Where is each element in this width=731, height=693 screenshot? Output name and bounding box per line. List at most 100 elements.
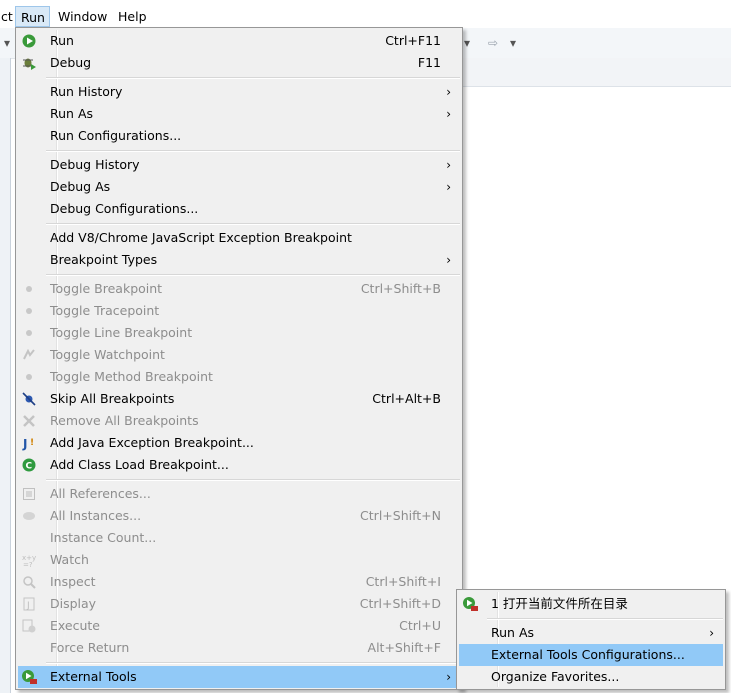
java-exception-icon: J!: [21, 435, 37, 451]
external-tools-item-1[interactable]: 1 打开当前文件所在目录: [459, 593, 723, 615]
run-menu-item-remove-all-breakpoints[interactable]: Remove All Breakpoints: [18, 410, 460, 432]
toolbar-dropdown-icon[interactable]: ▾: [510, 34, 516, 52]
run-menu-item-run-configurations[interactable]: Run Configurations...: [18, 125, 460, 147]
menu-item-shortcut: Ctrl+U: [399, 618, 441, 633]
forward-arrow-icon[interactable]: ⇨: [488, 34, 498, 52]
chevron-right-icon: ›: [446, 253, 451, 267]
menu-item-label: External Tools: [50, 669, 137, 684]
menu-separator: [46, 223, 460, 225]
menu-item-label: Execute: [50, 618, 100, 633]
run-menu-item-run[interactable]: Run Ctrl+F11: [18, 30, 460, 52]
instances-icon: [21, 508, 37, 524]
run-menu-item-display[interactable]: J Display Ctrl+Shift+D: [18, 593, 460, 615]
chevron-right-icon: ›: [446, 107, 451, 121]
chevron-right-icon: ›: [709, 626, 714, 640]
menu-item-shortcut: Ctrl+Shift+I: [365, 574, 441, 589]
debug-icon: [21, 55, 37, 71]
menu-item-label: Toggle Watchpoint: [50, 347, 165, 362]
menu-item-label: Force Return: [50, 640, 130, 655]
chevron-right-icon: ›: [446, 85, 451, 99]
menu-item-label: Run As: [491, 625, 535, 640]
external-tools-item-run-as[interactable]: Run As ›: [459, 622, 723, 644]
external-tools-item-organize-favorites[interactable]: Organize Favorites...: [459, 666, 723, 688]
menu-item-label: All References...: [50, 486, 151, 501]
run-menu-item-force-return[interactable]: Force Return Alt+Shift+F: [18, 637, 460, 659]
menu-item-label: Toggle Breakpoint: [50, 281, 163, 296]
run-menu-item-debug-history[interactable]: Debug History ›: [18, 154, 460, 176]
run-menu-item-skip-all-breakpoints[interactable]: Skip All Breakpoints Ctrl+Alt+B: [18, 388, 460, 410]
external-tools-submenu: 1 打开当前文件所在目录 Run As › External Tools Config…: [456, 589, 726, 690]
menu-item-label: Add Class Load Breakpoint...: [50, 457, 229, 472]
run-menu-item-breakpoint-types[interactable]: Breakpoint Types ›: [18, 249, 460, 271]
chevron-right-icon: ›: [446, 670, 451, 684]
menu-item-shortcut: Ctrl+Shift+N: [360, 508, 441, 523]
menu-help[interactable]: Help: [113, 6, 152, 27]
menu-item-label: Run As: [50, 106, 94, 121]
external-tools-item-external-tools-configurations[interactable]: External Tools Configurations...: [459, 644, 723, 666]
menu-separator: [46, 77, 460, 79]
run-menu-item-toggle-line-breakpoint[interactable]: Toggle Line Breakpoint: [18, 322, 460, 344]
run-menu-item-toggle-tracepoint[interactable]: Toggle Tracepoint: [18, 300, 460, 322]
breakpoint-dot-icon: [21, 303, 37, 319]
run-menu-item-execute[interactable]: Execute Ctrl+U: [18, 615, 460, 637]
menu-item-shortcut: Ctrl+Alt+B: [372, 391, 441, 406]
run-menu-item-inspect[interactable]: Inspect Ctrl+Shift+I: [18, 571, 460, 593]
menu-item-shortcut: Alt+Shift+F: [367, 640, 441, 655]
run-menu-item-add-java-exception-breakpoint[interactable]: J! Add Java Exception Breakpoint...: [18, 432, 460, 454]
menu-run[interactable]: Run: [15, 6, 50, 27]
class-load-icon: C: [21, 457, 37, 473]
svg-text:=?: =?: [23, 561, 33, 568]
editor-tab-row: [462, 58, 731, 87]
menu-item-shortcut: F11: [417, 55, 441, 70]
watchpoint-icon: [21, 347, 37, 363]
run-menu-item-debug[interactable]: Debug F11: [18, 52, 460, 74]
toolbar-dropdown-icon[interactable]: ▾: [4, 34, 10, 52]
menu-item-shortcut: Ctrl+F11: [385, 33, 441, 48]
run-menu-item-all-references[interactable]: All References...: [18, 483, 460, 505]
inspect-icon: [21, 574, 37, 590]
menu-item-label: Debug As: [50, 179, 111, 194]
menu-item-label: Toggle Line Breakpoint: [50, 325, 193, 340]
run-menu-item-add-v8-chrome-javascript-exception-breakpoint[interactable]: Add V8/Chrome JavaScript Exception Break…: [18, 227, 460, 249]
menu-item-label: Toggle Tracepoint: [50, 303, 160, 318]
skip-breakpoints-icon: [21, 391, 37, 407]
menu-separator: [46, 662, 460, 664]
menu-item-label: Debug Configurations...: [50, 201, 199, 216]
run-menu-item-all-instances[interactable]: All Instances... Ctrl+Shift+N: [18, 505, 460, 527]
external-tools-icon: [462, 596, 478, 612]
menu-item-label: Run History: [50, 84, 123, 99]
menu-item-label: Add V8/Chrome JavaScript Exception Break…: [50, 230, 352, 245]
run-menu-item-instance-count[interactable]: Instance Count...: [18, 527, 460, 549]
run-menu-item-watch[interactable]: x+y =? Watch: [18, 549, 460, 571]
menu-item-label: Breakpoint Types: [50, 252, 158, 267]
menu-item-label: Instance Count...: [50, 530, 157, 545]
toolbar-dropdown-icon[interactable]: ▾: [464, 34, 470, 52]
breakpoint-dot-icon: [21, 325, 37, 341]
chevron-right-icon: ›: [446, 158, 451, 172]
run-menu-item-run-history[interactable]: Run History ›: [18, 81, 460, 103]
menu-item-label: Organize Favorites...: [491, 669, 620, 684]
menu-item-label: Display: [50, 596, 97, 611]
run-menu-item-toggle-method-breakpoint[interactable]: Toggle Method Breakpoint: [18, 366, 460, 388]
menu-item-shortcut: Ctrl+Shift+B: [360, 281, 441, 296]
svg-text:J: J: [26, 601, 30, 611]
run-menu-item-toggle-watchpoint[interactable]: Toggle Watchpoint: [18, 344, 460, 366]
menu-item-label: All Instances...: [50, 508, 142, 523]
menu-item-label: Add Java Exception Breakpoint...: [50, 435, 254, 450]
run-menu-item-external-tools[interactable]: External Tools ›: [18, 666, 460, 688]
run-menu-item-add-class-load-breakpoint[interactable]: C Add Class Load Breakpoint...: [18, 454, 460, 476]
menu-separator: [46, 479, 460, 481]
run-menu: Run Ctrl+F11 Debug F11 Run History › Run As › Ru…: [15, 27, 463, 690]
menu-item-label: Debug: [50, 55, 92, 70]
svg-text:!: !: [30, 438, 34, 448]
breakpoint-dot-icon: [21, 369, 37, 385]
menu-window[interactable]: Window: [53, 6, 112, 27]
run-menu-item-toggle-breakpoint[interactable]: Toggle Breakpoint Ctrl+Shift+B: [18, 278, 460, 300]
external-tools-icon: [21, 669, 37, 685]
menu-item-label: 1 打开当前文件所在目录: [491, 596, 628, 611]
run-menu-item-run-as[interactable]: Run As ›: [18, 103, 460, 125]
run-menu-item-debug-as[interactable]: Debug As ›: [18, 176, 460, 198]
run-menu-item-debug-configurations[interactable]: Debug Configurations...: [18, 198, 460, 220]
menu-item-label: Run Configurations...: [50, 128, 182, 143]
menu-item-shortcut: Ctrl+Shift+D: [359, 596, 441, 611]
